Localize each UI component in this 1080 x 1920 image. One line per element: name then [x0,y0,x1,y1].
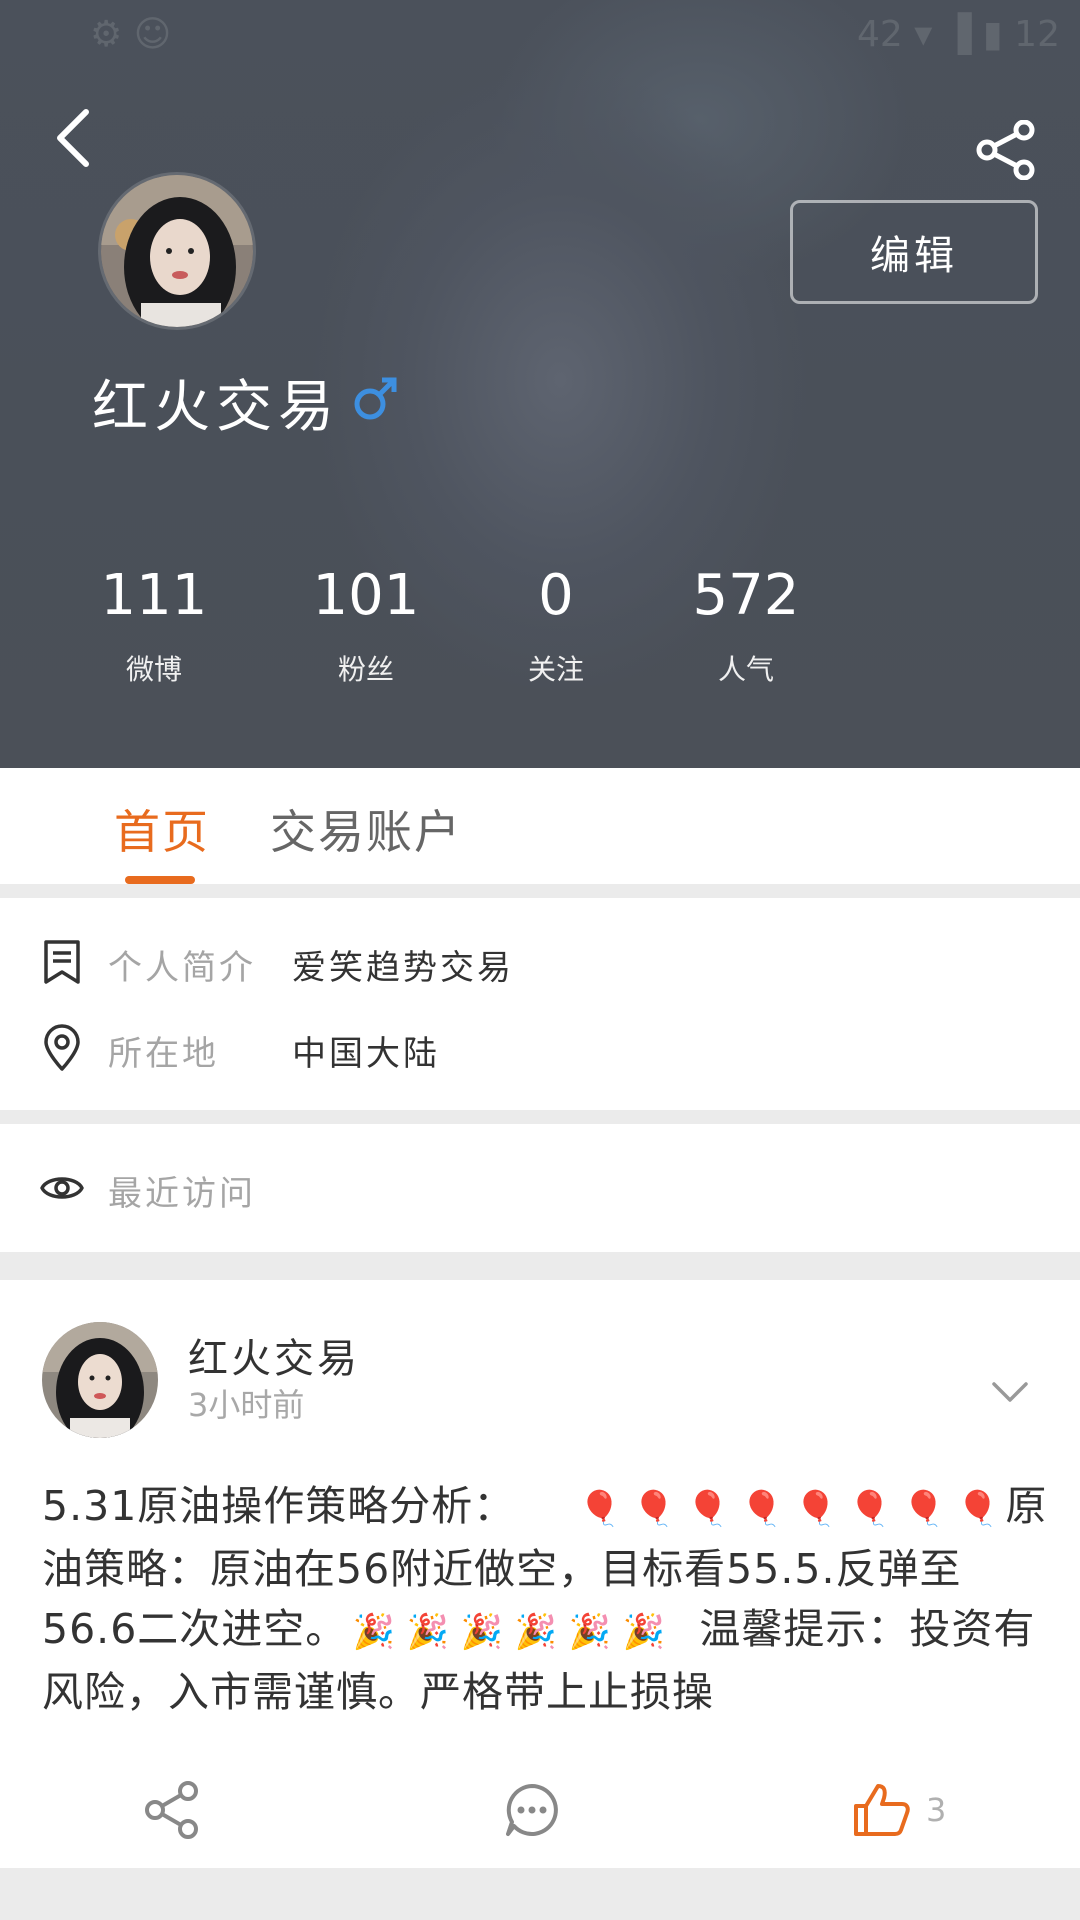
recent-visits-label: 最近访问 [108,1174,256,1214]
post-author-avatar[interactable] [42,1322,158,1438]
stat-value: 111 [100,563,208,628]
stat-label: 关注 [527,653,584,686]
location-value: 中国大陆 [292,1034,440,1074]
party-emoji: 🎉 [568,1612,612,1652]
profile-avatar[interactable] [98,172,256,330]
profile-stats: 111 微博 101 粉丝 0 关注 572 人气 [0,560,1080,700]
avatar-photo-icon [42,1322,158,1438]
post-actions-bar: 3 [0,1770,1080,1850]
stat-value: 572 [692,563,800,628]
balloon-emoji: 🎈 [686,1489,731,1529]
profile-info-card: 个人简介 爱笑趋势交易 所在地 中国大陆 [0,898,1080,1110]
post-text[interactable]: 5.31原油操作策略分析： 🎈 🎈 🎈 🎈 🎈 🎈 🎈 🎈 原油策略：原油在56附近做空，目标看… [42,1476,1048,1722]
post-comment-button[interactable] [502,1770,562,1850]
tab-trading-account[interactable]: 交易账户 [270,796,462,862]
post-card[interactable]: 红火交易 3小时前 5.31原油操作策略分析： 🎈 🎈 🎈 🎈 🎈 🎈 🎈 🎈 原油策略：原油在… [0,1280,1080,1868]
stat-weibo[interactable]: 111 微博 [74,560,234,688]
party-emoji: 🎉 [622,1612,666,1652]
eye-icon [40,1177,84,1199]
post-like-button[interactable]: 3 [852,1770,946,1850]
stat-label: 微博 [125,653,182,686]
profile-name: 红火交易 [92,375,340,440]
chevron-down-icon[interactable] [988,1370,1032,1414]
stat-value: 0 [538,563,574,628]
stat-fans[interactable]: 101 粉丝 [286,560,446,688]
stat-label: 粉丝 [337,653,394,686]
balloon-emoji: 🎈 [956,1489,1001,1529]
party-emoji: 🎉 [406,1612,450,1652]
bio-row[interactable]: 个人简介 爱笑趋势交易 [0,922,1080,1002]
balloon-emoji: 🎈 [740,1489,785,1529]
male-gender-icon [354,377,397,420]
like-count: 3 [926,1791,947,1829]
balloon-emoji: 🎈 [578,1489,623,1529]
profile-header: ⚙ ☺ 42 ▾ ▐ ▮ 12 编辑 红火交易 111 微博 101 粉丝 0 … [0,0,1080,768]
post-text-line-1: 5.31原油操作策略分析： [42,1482,516,1530]
location-row[interactable]: 所在地 中国大陆 [0,1008,1080,1088]
location-label: 所在地 [108,1034,219,1074]
share-icon [976,120,1035,180]
status-right: 42 ▾ ▐ ▮ 12 [857,14,1060,55]
stat-popularity[interactable]: 572 人气 [666,560,826,688]
post-time: 3小时前 [188,1386,305,1424]
post-share-button[interactable] [142,1770,202,1850]
share-profile-button[interactable] [968,112,1044,188]
back-arrow-icon [57,109,89,167]
active-tab-indicator [125,876,195,884]
status-bar: ⚙ ☺ 42 ▾ ▐ ▮ 12 [0,0,1080,66]
stat-following[interactable]: 0 关注 [476,560,636,688]
party-emoji: 🎉 [352,1612,396,1652]
party-emoji: 🎉 [460,1612,504,1652]
balloon-emoji: 🎈 [902,1489,947,1529]
balloon-emoji: 🎈 [848,1489,893,1529]
comment-icon [506,1784,558,1836]
share-icon [145,1781,198,1839]
bio-label: 个人简介 [108,948,256,988]
party-emoji: 🎉 [514,1612,558,1652]
balloon-emoji: 🎈 [794,1489,839,1529]
status-left: ⚙ ☺ [90,14,172,55]
stat-value: 101 [312,563,420,628]
tab-home[interactable]: 首页 [114,796,210,862]
back-button[interactable] [36,100,112,176]
profile-tabs: 首页 交易账户 [0,768,1080,884]
balloon-emoji: 🎈 [632,1489,677,1529]
thumbs-up-icon [854,1784,910,1836]
post-author-name[interactable]: 红火交易 [188,1326,360,1384]
location-pin-icon [44,1024,80,1071]
edit-profile-button[interactable]: 编辑 [790,200,1038,304]
avatar-photo-icon [101,175,253,327]
bio-value: 爱笑趋势交易 [292,948,514,988]
bio-bookmark-icon [44,940,80,984]
recent-visits-row[interactable]: 最近访问 [0,1124,1080,1252]
stat-label: 人气 [717,653,774,686]
